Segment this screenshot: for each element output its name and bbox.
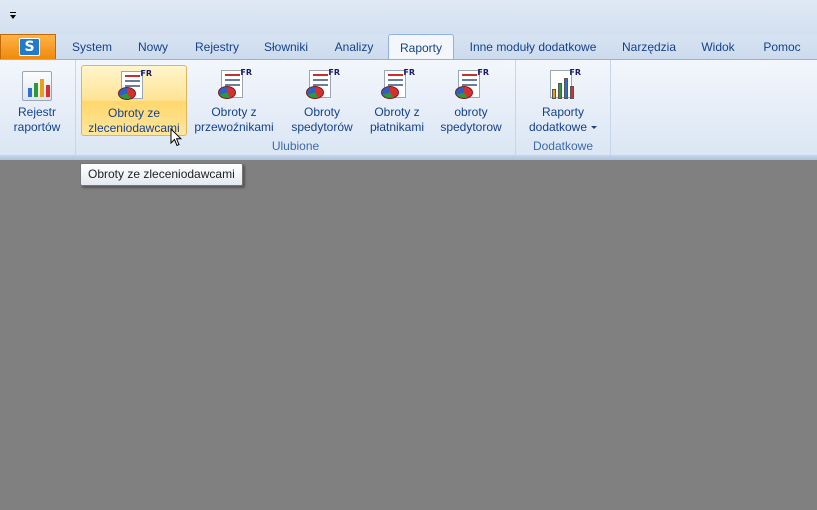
tab-pomoc[interactable]: Pomoc <box>754 34 810 59</box>
bar-chart-icon <box>22 71 52 101</box>
tab-slowniki[interactable]: Słowniki <box>256 34 316 59</box>
report-badge: FR <box>477 68 489 77</box>
button-label: raportów <box>13 120 61 134</box>
report-pie-icon: FR <box>218 68 252 102</box>
button-label: Obroty z <box>211 105 257 119</box>
tab-analizy[interactable]: Analizy <box>326 34 382 59</box>
group-label-favorites: Ulubione <box>271 139 320 153</box>
tab-widok[interactable]: Widok <box>694 34 742 59</box>
ribbon-panel: Rejestr raportów FR Obroty ze zlecenioda… <box>0 59 817 156</box>
tab-rejestry[interactable]: Rejestry <box>188 34 246 59</box>
turnover-forwarders-button[interactable]: FR Obroty spedytorów <box>286 65 358 136</box>
button-label: spedytorów <box>291 120 353 134</box>
group-register: Rejestr raportów <box>0 60 76 156</box>
report-badge: FR <box>328 68 340 77</box>
tooltip: Obroty ze zleceniodawcami <box>80 163 243 186</box>
workspace <box>0 160 817 510</box>
button-label: Obroty ze <box>107 106 161 120</box>
turnover-payers-button[interactable]: FR Obroty z płatnikami <box>364 65 430 136</box>
tab-narzedzia[interactable]: Narzędzia <box>614 34 684 59</box>
group-additional: FR Raporty dodatkowe Dodatkowe <box>516 60 611 156</box>
dropdown-arrow-icon[interactable] <box>8 11 18 21</box>
tab-nowy[interactable]: Nowy <box>130 34 176 59</box>
report-pie-icon: FR <box>455 68 489 102</box>
report-badge: FR <box>140 69 152 78</box>
button-label: Raporty <box>541 105 585 119</box>
button-label: dodatkowe <box>528 120 588 134</box>
tab-raporty[interactable]: Raporty <box>388 34 454 60</box>
mouse-cursor-icon <box>170 128 182 147</box>
group-label-additional: Dodatkowe <box>532 139 594 153</box>
app-logo-icon: S <box>19 38 40 56</box>
title-bar <box>0 0 817 34</box>
turnover-carriers-button[interactable]: FR Obroty z przewoźnikami <box>192 65 276 136</box>
report-pie-icon: FR <box>381 68 415 102</box>
button-label: Obroty z <box>374 105 420 119</box>
button-label: spedytorow <box>440 120 502 134</box>
report-pie-icon: FR <box>306 68 340 102</box>
tab-inne-moduly[interactable]: Inne moduły dodatkowe <box>462 34 604 59</box>
tab-system[interactable]: System <box>64 34 120 59</box>
button-label: Obroty <box>303 105 340 119</box>
button-label: płatnikami <box>369 120 425 134</box>
report-badge: FR <box>240 68 252 77</box>
turnover-clients-button[interactable]: FR Obroty ze zleceniodawcami <box>81 65 187 136</box>
additional-reports-button[interactable]: FR Raporty dodatkowe <box>526 65 600 136</box>
report-badge: FR <box>569 68 581 77</box>
turnover-forwarders-alt-button[interactable]: FR obroty spedytorow <box>436 65 506 136</box>
button-label: Rejestr <box>17 105 56 119</box>
report-pie-icon: FR <box>118 69 152 103</box>
chevron-down-icon <box>591 126 598 129</box>
button-label: obroty <box>454 105 488 119</box>
button-label: przewoźnikami <box>194 120 274 134</box>
report-chart-icon: FR <box>547 68 581 102</box>
group-favorites: FR Obroty ze zleceniodawcami FR Obroty z… <box>76 60 516 156</box>
report-badge: FR <box>403 68 415 77</box>
app-menu-button[interactable]: S <box>0 34 56 59</box>
report-register-button[interactable]: Rejestr raportów <box>6 65 68 136</box>
ribbon-tabs: S System Nowy Rejestry Słowniki Analizy … <box>0 34 817 60</box>
